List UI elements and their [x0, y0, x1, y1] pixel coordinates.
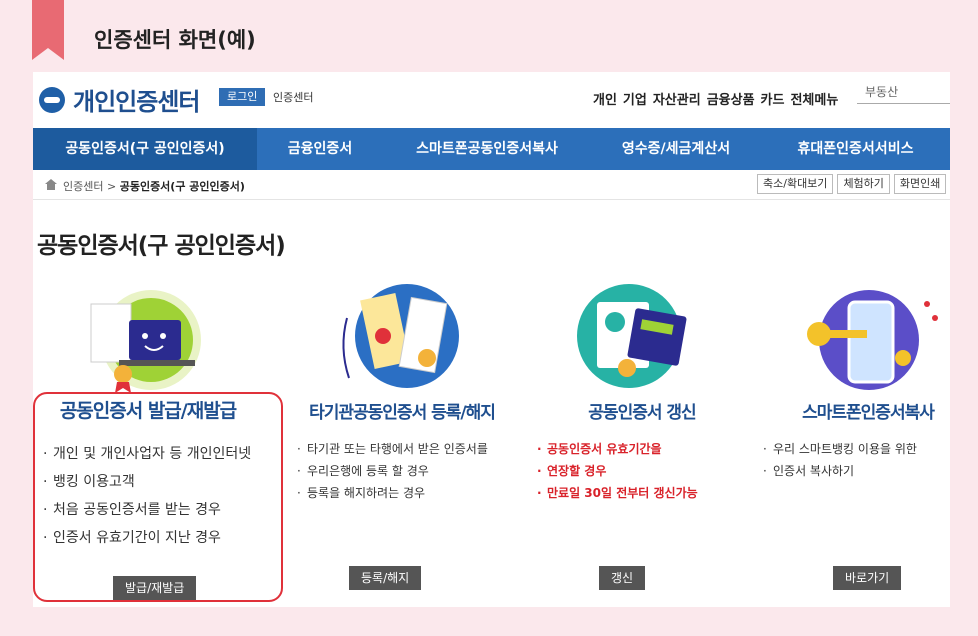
tab-mobile-certificate[interactable]: 휴대폰인증서서비스 [761, 128, 950, 170]
card-copy: 스마트폰인증서복사 우리 스마트뱅킹 이용을 위한 인증서 복사하기 바로가기 [753, 278, 950, 598]
certificates-icon [342, 284, 459, 388]
list-item: 공동인증서 유효기간을 [535, 438, 757, 460]
browser-frame: 개인인증센터 로그인 인증센터 개인 기업 자산관리 금융상품 카드 전체메뉴 … [33, 72, 950, 607]
tab-joint-certificate[interactable]: 공동인증서(구 공인인증서) [33, 128, 257, 170]
logo-icon [39, 86, 65, 113]
top-menu-personal[interactable]: 개인 [593, 89, 617, 108]
top-menu-all[interactable]: 전체메뉴 [790, 89, 838, 108]
list-item: 등록을 해지하려는 경우 [295, 482, 517, 504]
card-title[interactable]: 공동인증서 갱신 [527, 398, 757, 423]
card-title[interactable]: 스마트폰인증서복사 [753, 398, 950, 423]
logo[interactable]: 개인인증센터 [39, 82, 200, 117]
card-description: 공동인증서 유효기간을 연장할 경우 만료일 30일 전부터 갱신가능 [535, 438, 757, 504]
breadcrumb: 인증센터 > 공동인증서(구 공인인증서) 축소/확대보기 체험하기 화면인쇄 [33, 170, 950, 200]
breadcrumb-path: 인증센터 > 공동인증서(구 공인인증서) [63, 178, 245, 194]
laptop-certificate-icon [90, 290, 201, 393]
logo-text: 개인인증센터 [73, 88, 200, 116]
utility-buttons: 축소/확대보기 체험하기 화면인쇄 [757, 174, 947, 194]
figure-caption: 인증센터 화면(예) [94, 28, 256, 52]
list-item: 만료일 30일 전부터 갱신가능 [535, 482, 757, 504]
home-icon[interactable] [45, 179, 57, 190]
top-bar: 개인인증센터 로그인 인증센터 개인 기업 자산관리 금융상품 카드 전체메뉴 … [33, 72, 950, 128]
list-item: 타기관 또는 타행에서 받은 인증서를 [295, 438, 517, 460]
card-title[interactable]: 타기관공동인증서 등록/해지 [287, 398, 517, 423]
breadcrumb-sep: > [106, 180, 117, 193]
list-item: 인증서 복사하기 [761, 460, 950, 482]
list-item: 연장할 경우 [535, 460, 757, 482]
top-menu: 개인 기업 자산관리 금융상품 카드 전체메뉴 [593, 89, 838, 108]
breadcrumb-root[interactable]: 인증센터 [63, 180, 103, 193]
login-button[interactable]: 로그인 [219, 88, 266, 106]
smartphone-key-icon [807, 290, 938, 390]
top-menu-asset[interactable]: 자산관리 [653, 89, 701, 108]
list-item: 우리은행에 등록 할 경우 [295, 460, 517, 482]
tab-receipt[interactable]: 영수증/세금계산서 [591, 128, 761, 170]
copy-button[interactable]: 바로가기 [833, 566, 902, 590]
tab-financial-certificate[interactable]: 금융인증서 [257, 128, 383, 170]
bookmark-icon [32, 0, 64, 60]
search-input[interactable]: 부동산 [857, 82, 950, 104]
zoom-button[interactable]: 축소/확대보기 [757, 174, 834, 194]
top-menu-products[interactable]: 금융상품 [707, 89, 755, 108]
top-menu-card[interactable]: 카드 [761, 89, 785, 108]
top-menu-business[interactable]: 기업 [623, 89, 647, 108]
print-button[interactable]: 화면인쇄 [893, 174, 947, 194]
card-description: 우리 스마트뱅킹 이용을 위한 인증서 복사하기 [761, 438, 950, 482]
highlight-box [33, 392, 283, 602]
tab-smartphone-copy[interactable]: 스마트폰공동인증서복사 [383, 128, 591, 170]
try-button[interactable]: 체험하기 [837, 174, 890, 194]
breadcrumb-current: 공동인증서(구 공인인증서) [119, 180, 245, 193]
renewal-icon [577, 284, 687, 388]
page-title: 공동인증서(구 공인인증서) [37, 233, 286, 259]
list-item: 우리 스마트뱅킹 이용을 위한 [761, 438, 950, 460]
card-description: 타기관 또는 타행에서 받은 인증서를 우리은행에 등록 할 경우 등록을 해지… [295, 438, 517, 504]
renew-button[interactable]: 갱신 [599, 566, 646, 590]
register-button[interactable]: 등록/해지 [349, 566, 422, 590]
card-register: 타기관공동인증서 등록/해지 타기관 또는 타행에서 받은 인증서를 우리은행에… [287, 278, 517, 598]
main-nav: 공동인증서(구 공인인증서) 금융인증서 스마트폰공동인증서복사 영수증/세금계… [33, 128, 950, 170]
site-label: 인증센터 [273, 91, 314, 104]
card-renew: 공동인증서 갱신 공동인증서 유효기간을 연장할 경우 만료일 30일 전부터 … [527, 278, 757, 598]
